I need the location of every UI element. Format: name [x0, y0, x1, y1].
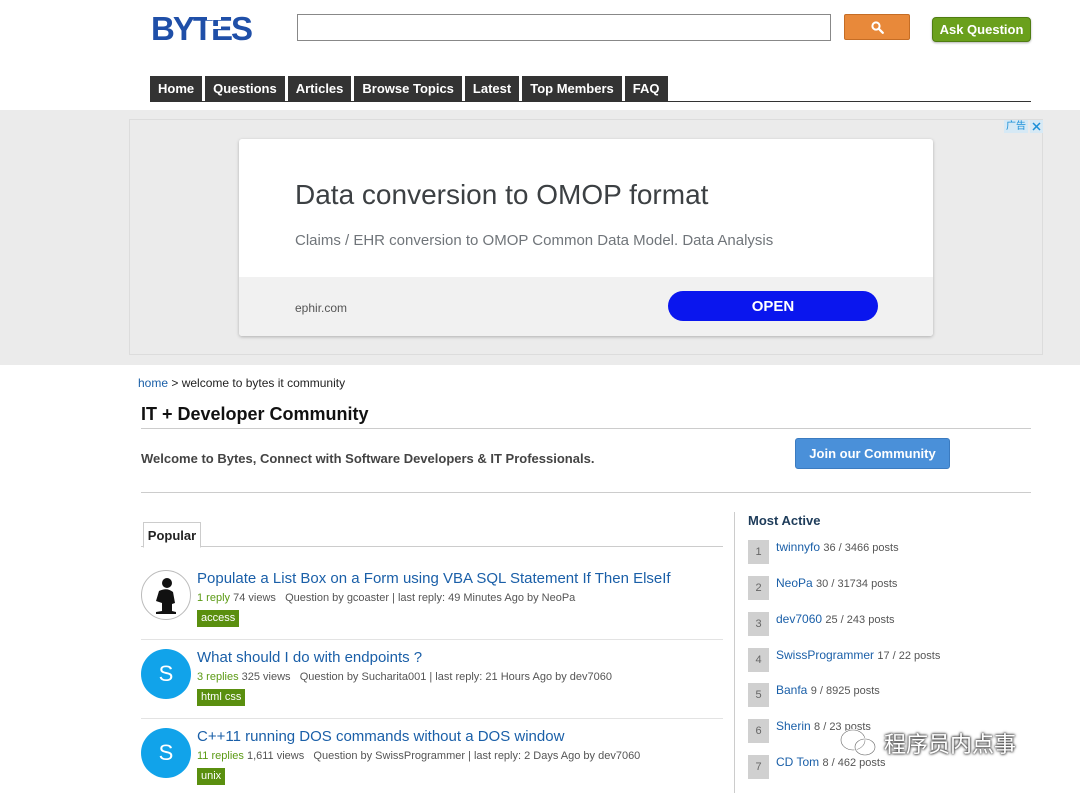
rank-number: 2: [748, 576, 769, 600]
view-count: 325 views: [241, 671, 291, 683]
question-info: Question by SwissProgrammer | last reply…: [313, 750, 641, 762]
member-stats: 36 / 3466 posts: [823, 542, 899, 554]
member-name[interactable]: twinnyfo: [776, 540, 820, 554]
nav-faq[interactable]: FAQ: [624, 76, 668, 101]
member-rank-row: 1 twinnyfo 36 / 3466 posts: [748, 540, 1048, 564]
question-title[interactable]: Populate a List Box on a Form using VBA …: [197, 570, 671, 587]
row-divider: [141, 639, 723, 640]
nav-browse-topics[interactable]: Browse Topics: [354, 76, 462, 101]
wechat-icon: [839, 728, 877, 757]
question-meta: 1 reply 74 views Question by gcoaster | …: [197, 592, 575, 604]
breadcrumb: home > welcome to bytes it community: [138, 376, 345, 390]
question-meta: 3 replies 325 views Question by Sucharit…: [197, 671, 612, 683]
breadcrumb-home[interactable]: home: [138, 376, 168, 390]
ad-title[interactable]: Data conversion to OMOP format: [295, 179, 708, 211]
breadcrumb-current: welcome to bytes it community: [181, 376, 346, 390]
tag-badge[interactable]: access: [197, 610, 240, 627]
question-title[interactable]: C++11 running DOS commands without a DOS…: [197, 728, 564, 745]
breadcrumb-separator: >: [168, 376, 182, 390]
search-icon: [870, 20, 884, 34]
tab-baseline: [141, 546, 723, 547]
view-count: 1,611 views: [246, 750, 305, 762]
bytes-logo[interactable]: BYTES: [151, 10, 255, 47]
question-meta: 11 replies 1,611 views Question by Swiss…: [197, 750, 640, 762]
watermark-text: 程序员内点事: [884, 733, 1017, 758]
ad-domain[interactable]: ephir.com: [295, 301, 347, 315]
avatar[interactable]: S: [141, 649, 191, 699]
member-stats: 25 / 243 posts: [825, 614, 895, 626]
close-icon: [1032, 122, 1041, 131]
page-title: IT + Developer Community: [141, 404, 369, 424]
member-stats: 9 / 8925 posts: [810, 685, 880, 697]
nav-articles[interactable]: Articles: [287, 76, 352, 101]
join-community-button[interactable]: Join our Community: [795, 438, 950, 469]
rank-number: 3: [748, 612, 769, 636]
ask-question-button[interactable]: Ask Question: [932, 17, 1031, 42]
logo-text: BYTES: [151, 12, 252, 44]
nav-home[interactable]: Home: [150, 76, 203, 101]
member-rank-row: 5 Banfa 9 / 8925 posts: [748, 683, 1048, 707]
rank-number: 7: [748, 755, 769, 779]
member-name[interactable]: Sherin: [776, 719, 811, 733]
rank-number: 5: [748, 683, 769, 707]
question-info: Question by Sucharita001 | last reply: 2…: [299, 671, 613, 683]
rank-number: 6: [748, 719, 769, 743]
ad-footer: ephir.com OPEN: [239, 277, 933, 336]
avatar[interactable]: [141, 570, 191, 620]
search-button[interactable]: [844, 14, 910, 40]
view-count: 74 views: [233, 592, 276, 604]
member-rank-row: 4 SwissProgrammer 17 / 22 posts: [748, 648, 1048, 672]
member-name[interactable]: CD Tom: [776, 755, 819, 769]
ad-open-button[interactable]: OPEN: [668, 291, 878, 321]
tag-badge[interactable]: html css: [197, 689, 246, 706]
rank-number: 4: [748, 648, 769, 672]
tag-badge[interactable]: unix: [197, 768, 226, 785]
welcome-text: Welcome to Bytes, Connect with Software …: [141, 451, 595, 466]
title-divider: [141, 428, 1031, 429]
reply-count[interactable]: 1 reply: [197, 592, 230, 604]
avatar[interactable]: S: [141, 728, 191, 778]
ad-label[interactable]: 广告: [1004, 120, 1028, 133]
sidebar-divider: [734, 512, 735, 793]
section-divider: [141, 492, 1031, 493]
watermark: 程序员内点事: [838, 727, 1016, 759]
ad-card[interactable]: Data conversion to OMOP format Claims / …: [239, 139, 933, 336]
nav-divider: [150, 101, 1031, 102]
member-stats: 30 / 31734 posts: [816, 578, 898, 590]
rank-number: 1: [748, 540, 769, 564]
member-rank-row: 2 NeoPa 30 / 31734 posts: [748, 576, 1048, 600]
reply-count[interactable]: 11 replies: [197, 750, 244, 762]
nav-top-members[interactable]: Top Members: [522, 76, 622, 101]
row-divider: [141, 718, 723, 719]
search-input[interactable]: [297, 14, 831, 41]
reply-count[interactable]: 3 replies: [197, 671, 239, 683]
user-silhouette-icon: [156, 578, 176, 614]
member-stats: 17 / 22 posts: [877, 650, 941, 662]
member-name[interactable]: NeoPa: [776, 576, 813, 590]
nav-latest[interactable]: Latest: [464, 76, 520, 101]
nav-questions[interactable]: Questions: [205, 76, 285, 101]
most-active-title: Most Active: [748, 513, 821, 528]
member-name[interactable]: SwissProgrammer: [776, 648, 874, 662]
member-name[interactable]: dev7060: [776, 612, 822, 626]
ad-close-button[interactable]: [1030, 120, 1043, 133]
main-nav: Home Questions Articles Browse Topics La…: [150, 76, 668, 101]
ad-subtitle: Claims / EHR conversion to OMOP Common D…: [295, 232, 774, 249]
member-rank-row: 3 dev7060 25 / 243 posts: [748, 612, 1048, 636]
member-name[interactable]: Banfa: [776, 683, 807, 697]
question-title[interactable]: What should I do with endpoints ?: [197, 649, 422, 666]
question-info: Question by gcoaster | last reply: 49 Mi…: [285, 592, 576, 604]
tab-popular[interactable]: Popular: [143, 522, 201, 548]
